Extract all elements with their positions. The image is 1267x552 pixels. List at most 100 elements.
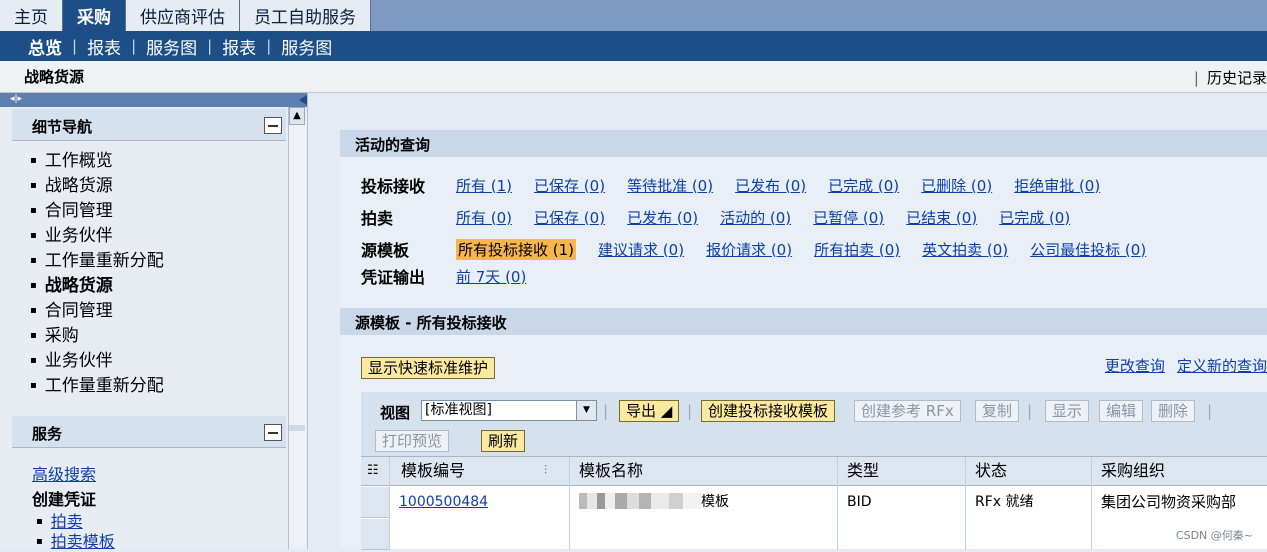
change-query-link[interactable]: 更改查询 [1105,357,1165,375]
subnav-service-map-2[interactable]: 服务图 [281,34,332,59]
subnav-separator: | [131,37,137,55]
dropdown-arrow-icon[interactable]: ▼ [576,401,596,420]
subnav-reports[interactable]: 报表 [87,34,121,59]
subnav-separator: | [207,37,213,55]
query-link[interactable]: 活动的 (0) [720,207,791,228]
refresh-button[interactable]: 刷新 [481,430,526,452]
column-header-name[interactable]: 模板名称 [579,457,643,486]
template-number-link[interactable]: 1000500484 [399,494,488,510]
subnav-overview[interactable]: 总览 [28,34,62,59]
query-link[interactable]: 已删除 (0) [921,175,992,196]
tab-purchasing[interactable]: 采购 [63,0,126,31]
scroll-thumb[interactable] [289,425,305,431]
subnav-reports-2[interactable]: 报表 [222,34,256,59]
nav-item-strategic-sourcing[interactable]: 战略货源 [30,175,164,200]
create-template-button[interactable]: 创建投标接收模板 [701,400,836,422]
nav-resize-strip[interactable]: ◂|▸ [0,93,307,107]
query-link[interactable]: 已完成 (0) [828,175,899,196]
select-all-icon[interactable]: ☷ [367,457,379,486]
nav-scrollbar[interactable]: ▲ [288,107,306,549]
create-reference-rfx-button[interactable]: 创建参考 RFx [854,400,961,422]
column-divider [1091,457,1092,550]
collapse-panel-icon[interactable] [264,117,282,134]
advanced-search-link[interactable]: 高级搜索 [32,461,115,486]
column-header-org[interactable]: 采购组织 [1101,457,1165,486]
display-button[interactable]: 显示 [1045,400,1090,422]
row-selector[interactable] [361,519,389,550]
query-link[interactable]: 所有拍卖 (0) [814,239,900,260]
query-link[interactable]: 已结束 (0) [906,207,977,228]
edit-button[interactable]: 编辑 [1099,400,1144,422]
query-link[interactable]: 所有 (0) [456,207,512,228]
scroll-up-icon[interactable]: ▲ [289,107,305,125]
row-selector[interactable] [361,487,389,518]
table-row-number[interactable]: 1000500484 [399,487,488,517]
show-quick-criteria-button[interactable]: 显示快速标准维护 [361,357,496,379]
print-preview-button[interactable]: 打印预览 [375,430,450,452]
collapse-nav-icon[interactable] [299,95,307,105]
query-link[interactable]: 公司最佳投标 (0) [1030,239,1146,260]
results-toolbar: 视图 [标准视图] ▼ | 导出 ◢ | 创建投标接收模板 创建参考 RFx 复… [361,392,1267,456]
history-link[interactable]: 历史记录 [1207,69,1267,87]
query-link[interactable]: 已完成 (0) [999,207,1070,228]
query-link[interactable]: 所有 (1) [456,175,512,196]
toolbar-separator: | [1027,402,1033,420]
active-queries-header: 活动的查询 [340,130,1267,157]
nav-item-purchasing[interactable]: 采购 [30,325,164,350]
copy-button[interactable]: 复制 [975,400,1020,422]
tab-supplier-evaluation[interactable]: 供应商评估 [126,0,240,31]
filter-icon[interactable]: ⫶ [544,457,547,486]
sub-navigation: 总览 | 报表 | 服务图 | 报表 | 服务图 [0,31,1267,61]
query-row-source-template: 源模板 所有投标接收 (1) 建议请求 (0) 报价请求 (0) 所有拍卖 (0… [361,237,1168,261]
column-header-status[interactable]: 状态 [975,457,1007,486]
query-link[interactable]: 已暂停 (0) [813,207,884,228]
column-header-number[interactable]: 模板编号 [401,457,465,486]
nav-item-strategic-sourcing-active[interactable]: 战略货源 [30,275,164,300]
nav-item-business-partners[interactable]: 业务伙伴 [30,225,164,250]
query-link[interactable]: 已保存 (0) [534,207,605,228]
services-panel: 高级搜索 创建凭证 拍卖 拍卖模板 [32,461,115,551]
subnav-separator: | [72,37,78,55]
column-header-type[interactable]: 类型 [847,457,879,486]
query-link[interactable]: 已发布 (0) [627,207,698,228]
query-link[interactable]: 等待批准 (0) [627,175,713,196]
export-button[interactable]: 导出 ◢ [619,400,680,422]
query-link[interactable]: 已发布 (0) [735,175,806,196]
subnav-service-map[interactable]: 服务图 [146,34,197,59]
nav-item-work-overview[interactable]: 工作概览 [30,150,164,175]
query-link[interactable]: 已保存 (0) [534,175,605,196]
query-link[interactable]: 建议请求 (0) [598,239,684,260]
history-link-area: | 历史记录 [1193,69,1267,87]
toolbar-separator: | [603,402,609,420]
column-divider [569,457,570,550]
view-select[interactable]: [标准视图] ▼ [421,400,597,421]
top-tab-bar: 主页 采购 供应商评估 员工自助服务 [0,0,1267,31]
detail-nav-header: 细节导航 [12,109,286,141]
tab-home[interactable]: 主页 [0,0,63,31]
page-title: 战略货源 [24,68,85,86]
nav-item-workload-redistribution-2[interactable]: 工作量重新分配 [30,375,164,400]
delete-button[interactable]: 删除 [1151,400,1196,422]
nav-item-contract-management-2[interactable]: 合同管理 [30,300,164,325]
create-auction-template-item: 拍卖模板 [36,528,115,551]
redacted-name [579,493,701,509]
query-link[interactable]: 英文拍卖 (0) [922,239,1008,260]
query-link[interactable]: 拒绝审批 (0) [1014,175,1100,196]
query-link[interactable]: 前 7天 (0) [456,266,526,287]
expand-arrows-icon[interactable]: ◂|▸ [10,94,22,104]
nav-item-workload-redistribution[interactable]: 工作量重新分配 [30,250,164,275]
query-link-selected[interactable]: 所有投标接收 (1) [456,238,577,260]
watermark: CSDN @何秦~ [1175,529,1253,542]
create-document-heading: 创建凭证 [32,490,97,509]
query-link[interactable]: 报价请求 (0) [706,239,792,260]
create-auction-item: 拍卖 [36,508,115,531]
tab-employee-self-service[interactable]: 员工自助服务 [240,0,371,31]
subnav-separator: | [266,37,272,55]
create-auction-template-link[interactable]: 拍卖模板 [51,532,115,551]
nav-item-business-partners-2[interactable]: 业务伙伴 [30,350,164,375]
toolbar-separator: | [687,402,693,420]
collapse-services-icon[interactable] [264,424,282,441]
define-new-query-link[interactable]: 定义新的查询 [1177,357,1267,375]
nav-item-contract-management[interactable]: 合同管理 [30,200,164,225]
main-content: 活动的查询 投标接收 所有 (1) 已保存 (0) 等待批准 (0) 已发布 (… [340,130,1267,550]
